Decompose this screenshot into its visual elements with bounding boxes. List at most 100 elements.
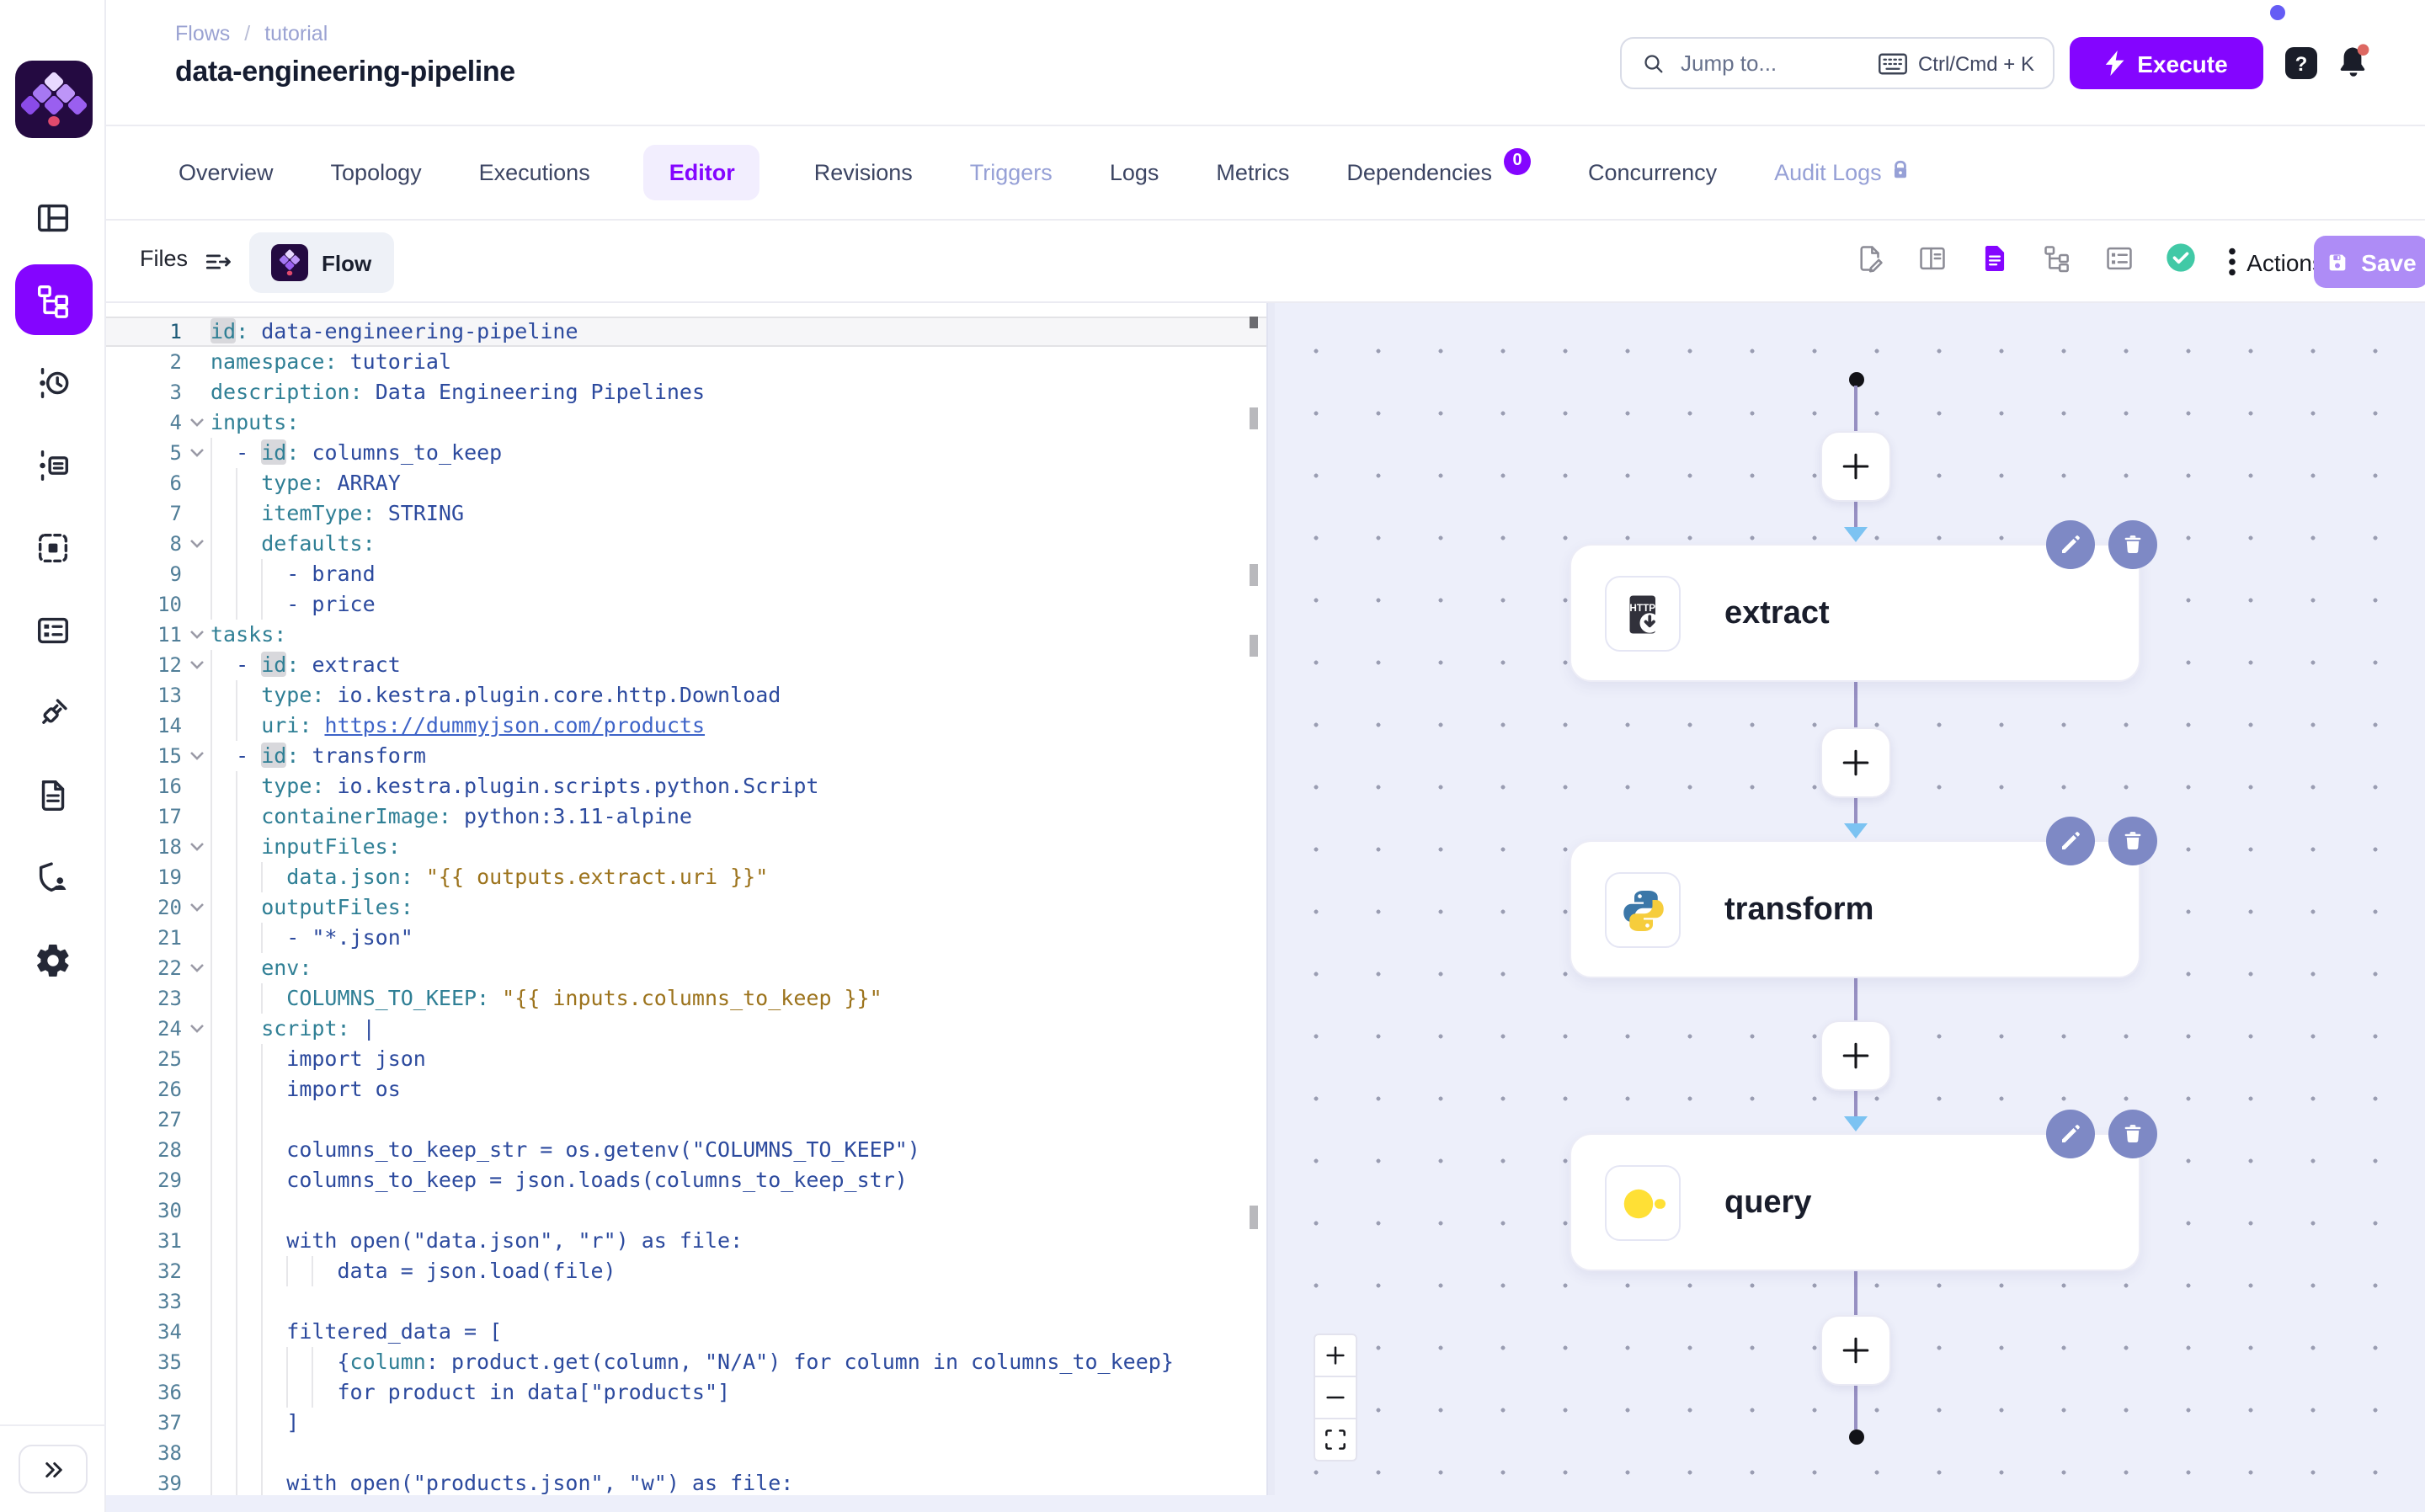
execute-button[interactable]: Execute [2070, 37, 2263, 89]
add-task-button[interactable] [1820, 1315, 1891, 1386]
code-line: 35{column: product.get(column, "N/A") fo… [106, 1347, 1266, 1377]
line-number: 7 [106, 498, 182, 529]
breadcrumb-namespace[interactable]: tutorial [264, 22, 328, 45]
edit-task-button[interactable] [2046, 520, 2095, 569]
file-code-button[interactable] [1975, 243, 2012, 280]
tab-triggers[interactable]: Triggers [967, 145, 1056, 200]
files-panel-label[interactable]: Files [140, 246, 188, 271]
fold-chevron-icon[interactable] [182, 892, 211, 923]
files-panel-toggle-icon[interactable] [202, 246, 234, 286]
fit-view-button[interactable] [1314, 1418, 1357, 1461]
fold-gutter [182, 347, 211, 377]
file-edit-button[interactable] [1851, 243, 1888, 280]
kestra-mini-logo-icon [271, 244, 308, 281]
yaml-code-editor[interactable]: 1id: data-engineering-pipeline2namespace… [106, 303, 1266, 1495]
tab-label: Metrics [1216, 160, 1289, 185]
tab-topology[interactable]: Topology [328, 145, 425, 200]
blame-view-button[interactable] [2100, 243, 2137, 280]
sidebar-item-flows[interactable] [14, 264, 92, 335]
fold-chevron-icon[interactable] [182, 650, 211, 680]
editor-toolbar: Files Flow Actions [106, 221, 2425, 303]
sidebar-item-docs[interactable] [14, 759, 92, 830]
sidebar-item-settings[interactable] [14, 924, 92, 995]
fold-chevron-icon[interactable] [182, 438, 211, 468]
help-button[interactable]: ? [2285, 47, 2317, 79]
save-button[interactable]: Save [2314, 236, 2425, 288]
zoom-in-button[interactable] [1314, 1334, 1357, 1377]
kestra-logo-icon [15, 61, 93, 138]
file-edit-icon [1853, 242, 1885, 282]
execute-label: Execute [2137, 50, 2227, 77]
fold-chevron-icon[interactable] [182, 741, 211, 771]
sidebar-item-executions[interactable] [14, 347, 92, 418]
fold-chevron-icon[interactable] [182, 1014, 211, 1044]
tab-concurrency[interactable]: Concurrency [1585, 145, 1720, 200]
topology-graph[interactable]: HTTPextract transform query [1275, 303, 2425, 1512]
code-text: script: | [211, 1014, 376, 1044]
fold-chevron-icon[interactable] [182, 407, 211, 438]
edit-task-button[interactable] [2046, 817, 2095, 865]
tab-editor[interactable]: Editor [644, 145, 760, 200]
tab-label: Audit Logs [1774, 160, 1882, 185]
fold-chevron-icon[interactable] [182, 832, 211, 862]
add-task-button[interactable] [1820, 1020, 1891, 1091]
line-number: 6 [106, 468, 182, 498]
sidebar-expand-button[interactable] [19, 1445, 88, 1493]
sidebar [0, 0, 106, 1512]
jump-to-search[interactable]: Jump to... Ctrl/Cmd + K [1620, 37, 2055, 89]
tab-executions[interactable]: Executions [476, 145, 594, 200]
topology-view-button[interactable] [2038, 243, 2075, 280]
fold-gutter [182, 1165, 211, 1195]
code-text: inputFiles: [211, 832, 401, 862]
task-node-extract[interactable]: HTTPextract [1570, 544, 2140, 682]
fold-chevron-icon[interactable] [182, 953, 211, 983]
sidebar-item-logs[interactable] [14, 429, 92, 500]
delete-task-button[interactable] [2108, 520, 2157, 569]
sidebar-item-dashboard[interactable] [14, 182, 92, 253]
task-node-query[interactable]: query [1570, 1133, 2140, 1271]
split-view-button[interactable] [1913, 243, 1950, 280]
lightning-bolt-icon [2105, 51, 2125, 76]
tab-overview[interactable]: Overview [175, 145, 277, 200]
tab-logs[interactable]: Logs [1106, 145, 1163, 200]
tab-flow-file[interactable]: Flow [249, 232, 393, 293]
sidebar-item-iam[interactable] [14, 842, 92, 913]
fold-gutter [182, 1105, 211, 1135]
tab-revisions[interactable]: Revisions [811, 145, 916, 200]
sidebar-item-blueprints[interactable] [14, 594, 92, 665]
fold-gutter [182, 1286, 211, 1317]
sidebar-item-plugins[interactable] [14, 677, 92, 748]
fold-chevron-icon[interactable] [182, 620, 211, 650]
edit-task-button[interactable] [2046, 1110, 2095, 1158]
add-task-button[interactable] [1820, 431, 1891, 502]
panel-divider[interactable] [1266, 303, 1275, 1512]
tab-dependencies[interactable]: Dependencies0 [1343, 144, 1534, 201]
code-line: 20outputFiles: [106, 892, 1266, 923]
breadcrumb-flows[interactable]: Flows [175, 22, 230, 45]
code-text: itemType: STRING [211, 498, 464, 529]
line-number: 23 [106, 983, 182, 1014]
breadcrumb: Flows / tutorial [175, 22, 328, 45]
zoom-out-button[interactable] [1314, 1376, 1357, 1419]
delete-task-button[interactable] [2108, 1110, 2157, 1158]
code-line: 25import json [106, 1044, 1266, 1074]
tab-audit-logs[interactable]: Audit Logs [1771, 143, 1916, 202]
tab-metrics[interactable]: Metrics [1212, 145, 1292, 200]
notifications-button[interactable] [2334, 40, 2374, 84]
valid-check-button[interactable] [2162, 243, 2199, 280]
actions-button[interactable]: Actions [2228, 221, 2324, 303]
code-line: 36for product in data["products"] [106, 1377, 1266, 1408]
fold-gutter [182, 1074, 211, 1105]
code-line: 19data.json: "{{ outputs.extract.uri }}" [106, 862, 1266, 892]
fold-chevron-icon[interactable] [182, 529, 211, 559]
code-text: columns_to_keep = json.loads(columns_to_… [211, 1165, 908, 1195]
sidebar-item-namespaces[interactable] [14, 512, 92, 583]
delete-task-button[interactable] [2108, 817, 2157, 865]
add-task-button[interactable] [1820, 727, 1891, 798]
code-line: 15- id: transform [106, 741, 1266, 771]
actions-label: Actions [2246, 248, 2324, 275]
task-node-transform[interactable]: transform [1570, 840, 2140, 978]
line-number: 1 [106, 318, 182, 345]
kestra-logo[interactable] [15, 61, 93, 138]
code-link[interactable]: https://dummyjson.com/products [324, 712, 705, 737]
